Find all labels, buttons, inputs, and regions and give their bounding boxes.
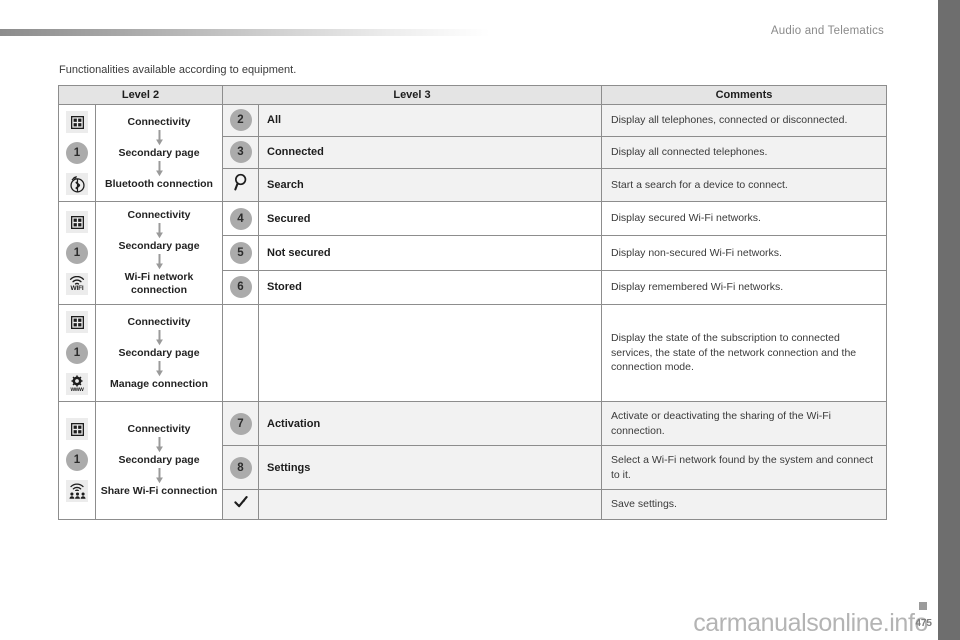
level3-label-cell: Search bbox=[258, 167, 602, 203]
level3-badge-cell: 7 bbox=[222, 401, 259, 446]
level3-badge-cell bbox=[222, 167, 259, 203]
level2-path-cell: Connectivity Secondary page Share Wi-Fi … bbox=[95, 401, 223, 520]
level3-badge-cell: 3 bbox=[222, 135, 259, 169]
level2-icon-stack-cell: 1 www bbox=[58, 304, 96, 402]
grid-icon bbox=[66, 418, 88, 441]
level3-badge-cell: 8 bbox=[222, 445, 259, 490]
page-header-title: Audio and Telematics bbox=[770, 25, 884, 37]
level3-label-cell: Connected bbox=[258, 135, 602, 169]
functionality-table: Level 2 Level 3 Comments 1 Connectivity … bbox=[58, 85, 887, 520]
level3-label-cell: Stored bbox=[258, 269, 602, 306]
grid-icon bbox=[66, 211, 88, 233]
path-step: Secondary page bbox=[118, 240, 200, 252]
search-icon bbox=[233, 174, 249, 195]
step-number-badge: 4 bbox=[229, 207, 252, 230]
path-step: Connectivity bbox=[127, 115, 191, 128]
path-step: Manage connection bbox=[109, 377, 208, 390]
arrow-down-icon bbox=[155, 360, 164, 377]
arrow-down-icon bbox=[155, 254, 164, 270]
www-icon-label: www bbox=[70, 387, 84, 393]
comment-cell: Display secured Wi-Fi networks. bbox=[601, 200, 887, 237]
level-1-badge: 1 bbox=[66, 342, 88, 364]
path-step: Bluetooth connection bbox=[105, 177, 213, 190]
level3-label-cell: Secured bbox=[258, 200, 602, 237]
path-step: Connectivity bbox=[127, 209, 191, 221]
table-row: 1 www Connectivity Secondary page Manage… bbox=[58, 304, 887, 402]
level3-badge-cell: 2 bbox=[222, 104, 259, 137]
arrow-down-icon bbox=[155, 436, 164, 453]
comment-cell: Display all telephones, connected or dis… bbox=[601, 104, 887, 137]
level3-badge-cell bbox=[222, 489, 259, 520]
arrow-down-icon bbox=[155, 329, 164, 346]
step-number-badge: 7 bbox=[229, 412, 252, 435]
step-number-badge: 8 bbox=[229, 456, 252, 479]
share-wifi-icon bbox=[66, 480, 88, 503]
check-icon bbox=[233, 495, 248, 513]
header-gradient-bar bbox=[0, 29, 490, 36]
level3-badge-cell: 4 bbox=[222, 200, 259, 237]
path-step: Secondary page bbox=[118, 146, 200, 159]
level2-path-cell: Connectivity Secondary page Bluetooth co… bbox=[95, 104, 223, 202]
arrow-down-icon bbox=[155, 129, 164, 146]
path-step: Share Wi-Fi connection bbox=[100, 484, 218, 497]
level2-icon-stack-cell: 1 WIFI bbox=[58, 201, 96, 305]
comment-cell: Activate or deactivating the sharing of … bbox=[601, 401, 887, 446]
comment-cell: Select a Wi-Fi network found by the syst… bbox=[601, 445, 887, 490]
page-edge-rail bbox=[938, 0, 960, 640]
comment-cell: Display non-secured Wi-Fi networks. bbox=[601, 235, 887, 271]
column-header-level2: Level 2 bbox=[58, 85, 223, 105]
grid-icon bbox=[66, 311, 88, 333]
arrow-down-icon bbox=[155, 223, 164, 239]
level3-label-cell: Activation bbox=[258, 401, 602, 446]
step-number-badge: 3 bbox=[229, 141, 252, 164]
table-body: 1 Connectivity Secondary page Bluetooth … bbox=[58, 104, 887, 520]
table-header-row: Level 2 Level 3 Comments bbox=[58, 85, 887, 105]
level3-badge-cell: 5 bbox=[222, 235, 259, 271]
watermark-text: carmanualsonline.info bbox=[693, 609, 928, 637]
table-row: 1 Connectivity Secondary page Bluetooth … bbox=[58, 104, 887, 202]
level2-icon-stack-cell: 1 bbox=[58, 401, 96, 520]
www-gear-icon: www bbox=[66, 373, 88, 395]
level2-icon-stack-cell: 1 bbox=[58, 104, 96, 202]
wifi-icon: WIFI bbox=[66, 273, 88, 295]
intro-paragraph: Functionalities available according to e… bbox=[59, 64, 297, 76]
level3-badge-cell: 6 bbox=[222, 269, 259, 306]
level3-label-cell bbox=[258, 304, 602, 402]
level-1-badge: 1 bbox=[66, 242, 88, 264]
level2-path-cell: Connectivity Secondary page Wi-Fi networ… bbox=[95, 201, 223, 305]
level3-label-cell: All bbox=[258, 104, 602, 137]
column-header-level3: Level 3 bbox=[222, 85, 602, 105]
table-row: 1 WIFI Connectivity Secondary page Wi-Fi … bbox=[58, 200, 887, 305]
level3-label-cell: Settings bbox=[258, 445, 602, 490]
bluetooth-icon bbox=[66, 173, 88, 195]
comment-cell: Start a search for a device to connect. bbox=[601, 167, 887, 203]
arrow-down-icon bbox=[155, 160, 164, 177]
table-row: 1 Connectivity Secondary page Share Wi-F… bbox=[58, 401, 887, 520]
comment-cell: Display all connected telephones. bbox=[601, 135, 887, 169]
comment-cell: Display the state of the subscription to… bbox=[601, 304, 887, 402]
wifi-icon-label: WIFI bbox=[70, 285, 84, 292]
step-number-badge: 5 bbox=[229, 241, 252, 264]
level3-label-cell bbox=[258, 489, 602, 520]
level-1-badge: 1 bbox=[66, 142, 88, 164]
level3-label-cell: Not secured bbox=[258, 235, 602, 271]
step-number-badge: 2 bbox=[229, 109, 252, 132]
level3-badge-cell bbox=[222, 304, 259, 402]
step-number-badge: 6 bbox=[229, 276, 252, 299]
path-step: Secondary page bbox=[118, 453, 200, 466]
path-step: Wi-Fi network connection bbox=[124, 271, 194, 296]
comment-cell: Save settings. bbox=[601, 489, 887, 520]
level2-path-cell: Connectivity Secondary page Manage conne… bbox=[95, 304, 223, 402]
level-1-badge: 1 bbox=[66, 449, 88, 472]
grid-icon bbox=[66, 111, 88, 133]
path-step: Secondary page bbox=[118, 346, 200, 359]
path-step: Connectivity bbox=[127, 315, 191, 328]
column-header-comments: Comments bbox=[601, 85, 887, 105]
path-step: Connectivity bbox=[127, 422, 191, 435]
arrow-down-icon bbox=[155, 467, 164, 484]
page-number: 475 bbox=[915, 618, 932, 629]
comment-cell: Display remembered Wi-Fi networks. bbox=[601, 269, 887, 306]
